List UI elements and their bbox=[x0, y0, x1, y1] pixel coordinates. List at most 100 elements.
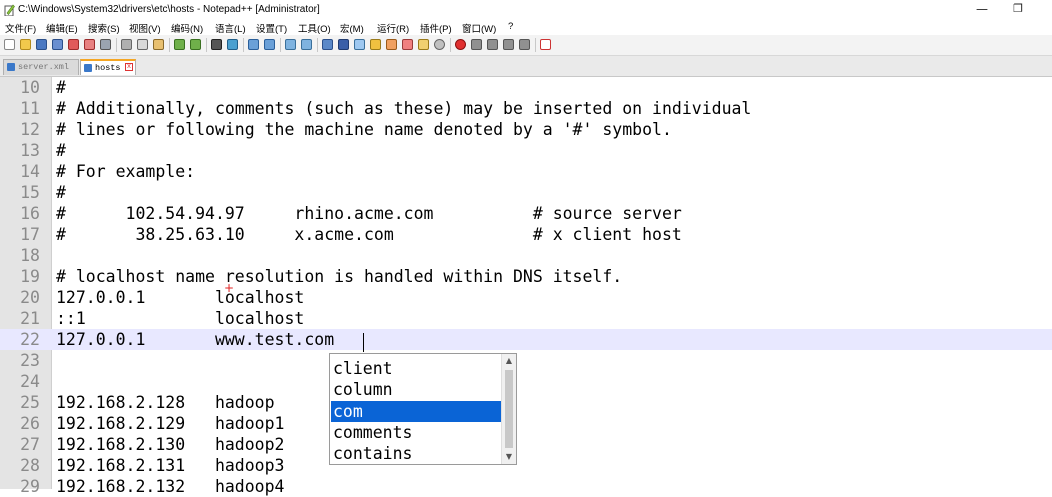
line-text[interactable]: 192.168.2.132 hadoop4 bbox=[56, 476, 284, 497]
line-number: 23 bbox=[20, 351, 40, 370]
menu-window[interactable]: 窗口(W) bbox=[462, 21, 496, 35]
text-editor[interactable]: 10 # 11 # Additionally, comments (such as … bbox=[0, 77, 1052, 496]
line-number: 14 bbox=[20, 162, 40, 181]
minimize-button[interactable]: — bbox=[964, 0, 1000, 20]
autocomplete-item[interactable]: column bbox=[331, 379, 503, 400]
menu-settings[interactable]: 设置(T) bbox=[256, 21, 287, 35]
redo-icon[interactable] bbox=[190, 39, 201, 50]
line-number: 10 bbox=[20, 78, 40, 97]
paste-icon[interactable] bbox=[153, 39, 164, 50]
editor-line: 18 bbox=[0, 245, 1052, 266]
notepad-plus-plus-icon bbox=[4, 4, 15, 16]
autocomplete-scrollbar[interactable]: ▲ ▼ bbox=[501, 354, 516, 464]
indent-guide-icon[interactable] bbox=[354, 39, 365, 50]
line-text[interactable]: # 38.25.63.10 x.acme.com # x client host bbox=[56, 224, 682, 245]
line-text[interactable]: # lines or following the machine name de… bbox=[56, 119, 672, 140]
save-icon[interactable] bbox=[36, 39, 47, 50]
toolbar-separator bbox=[280, 38, 281, 52]
monitoring-icon[interactable] bbox=[434, 39, 445, 50]
user-language-icon[interactable] bbox=[370, 39, 381, 50]
cut-icon[interactable] bbox=[121, 39, 132, 50]
menu-search[interactable]: 搜索(S) bbox=[88, 21, 120, 35]
menu-edit[interactable]: 编辑(E) bbox=[46, 21, 78, 35]
menu-run[interactable]: 运行(R) bbox=[377, 21, 409, 35]
new-file-icon[interactable] bbox=[4, 39, 15, 50]
run-macro-multiple-icon[interactable] bbox=[503, 39, 514, 50]
autocomplete-item[interactable]: comments bbox=[331, 422, 503, 443]
sync-horizontal-icon[interactable] bbox=[301, 39, 312, 50]
menu-tools[interactable]: 工具(O) bbox=[298, 21, 331, 35]
line-text[interactable]: # bbox=[56, 182, 66, 203]
title-bar: C:\Windows\System32\drivers\etc\hosts - … bbox=[0, 0, 1052, 20]
menu-language[interactable]: 语言(L) bbox=[215, 21, 246, 35]
close-icon[interactable] bbox=[68, 39, 79, 50]
line-text[interactable]: # Additionally, comments (such as these)… bbox=[56, 98, 751, 119]
autocomplete-item[interactable]: client bbox=[331, 358, 503, 379]
menu-view[interactable]: 视图(V) bbox=[129, 21, 161, 35]
line-text[interactable]: 127.0.0.1 www.test.com bbox=[56, 329, 334, 350]
line-text[interactable]: 192.168.2.130 hadoop2 bbox=[56, 434, 284, 455]
folder-workspace-icon[interactable] bbox=[418, 39, 429, 50]
stop-record-icon[interactable] bbox=[471, 39, 482, 50]
menu-help[interactable]: ? bbox=[508, 21, 513, 32]
print-icon[interactable] bbox=[100, 39, 111, 50]
spell-check-icon[interactable] bbox=[540, 39, 551, 50]
autocomplete-item[interactable]: contains bbox=[331, 443, 503, 464]
tab-hosts[interactable]: hosts x bbox=[80, 59, 136, 75]
save-macro-icon[interactable] bbox=[519, 39, 530, 50]
replace-icon[interactable] bbox=[227, 39, 238, 50]
line-text[interactable]: # 102.54.94.97 rhino.acme.com # source s… bbox=[56, 203, 682, 224]
editor-line: 19 # localhost name resolution is handled… bbox=[0, 266, 1052, 287]
autocomplete-item-selected[interactable]: com bbox=[331, 401, 503, 422]
record-macro-icon[interactable] bbox=[455, 39, 466, 50]
scroll-down-icon[interactable]: ▼ bbox=[502, 451, 516, 463]
editor-line: 23 bbox=[0, 350, 1052, 371]
word-wrap-icon[interactable] bbox=[322, 39, 333, 50]
function-list-icon[interactable] bbox=[402, 39, 413, 50]
scrollbar-thumb[interactable] bbox=[505, 370, 513, 448]
save-all-icon[interactable] bbox=[52, 39, 63, 50]
open-file-icon[interactable] bbox=[20, 39, 31, 50]
show-all-chars-icon[interactable] bbox=[338, 39, 349, 50]
line-text[interactable]: 192.168.2.128 hadoop bbox=[56, 392, 275, 413]
line-text[interactable]: # localhost name resolution is handled w… bbox=[56, 266, 622, 287]
line-text[interactable]: 127.0.0.1 localhost bbox=[56, 287, 304, 308]
toolbar-separator bbox=[317, 38, 318, 52]
line-text[interactable]: # bbox=[56, 140, 66, 161]
document-map-icon[interactable] bbox=[386, 39, 397, 50]
close-tab-icon[interactable]: x bbox=[125, 63, 133, 71]
tab-bar: server.xml hosts x bbox=[0, 56, 1052, 77]
tab-label: server.xml bbox=[18, 62, 70, 72]
find-icon[interactable] bbox=[211, 39, 222, 50]
line-number: 21 bbox=[20, 309, 40, 328]
file-saved-icon bbox=[7, 63, 15, 71]
menu-file[interactable]: 文件(F) bbox=[5, 21, 36, 35]
menu-macro[interactable]: 宏(M) bbox=[340, 21, 364, 35]
sync-vertical-icon[interactable] bbox=[285, 39, 296, 50]
editor-line-current: 22 127.0.0.1 www.test.com bbox=[0, 329, 1052, 350]
zoom-in-icon[interactable] bbox=[248, 39, 259, 50]
menu-encoding[interactable]: 编码(N) bbox=[171, 21, 203, 35]
line-text[interactable]: 192.168.2.129 hadoop1 bbox=[56, 413, 284, 434]
tab-server-xml[interactable]: server.xml bbox=[3, 59, 79, 75]
line-text[interactable]: 192.168.2.131 hadoop3 bbox=[56, 455, 284, 476]
scroll-up-icon[interactable]: ▲ bbox=[502, 355, 516, 367]
copy-icon[interactable] bbox=[137, 39, 148, 50]
restore-button[interactable]: ❐ bbox=[1000, 0, 1036, 20]
line-number: 13 bbox=[20, 141, 40, 160]
undo-icon[interactable] bbox=[174, 39, 185, 50]
zoom-out-icon[interactable] bbox=[264, 39, 275, 50]
close-all-icon[interactable] bbox=[84, 39, 95, 50]
line-number: 28 bbox=[20, 456, 40, 475]
line-number: 15 bbox=[20, 183, 40, 202]
editor-line: 15 # bbox=[0, 182, 1052, 203]
line-number: 22 bbox=[20, 330, 40, 349]
line-text[interactable]: ::1 localhost bbox=[56, 308, 304, 329]
line-text[interactable]: # bbox=[56, 77, 66, 98]
tab-label: hosts bbox=[95, 63, 121, 73]
editor-line: 13 # bbox=[0, 140, 1052, 161]
menu-plugins[interactable]: 插件(P) bbox=[420, 21, 452, 35]
autocomplete-popup[interactable]: client column com comments contains ▲ ▼ bbox=[329, 353, 517, 465]
line-text[interactable]: # For example: bbox=[56, 161, 195, 182]
play-macro-icon[interactable] bbox=[487, 39, 498, 50]
